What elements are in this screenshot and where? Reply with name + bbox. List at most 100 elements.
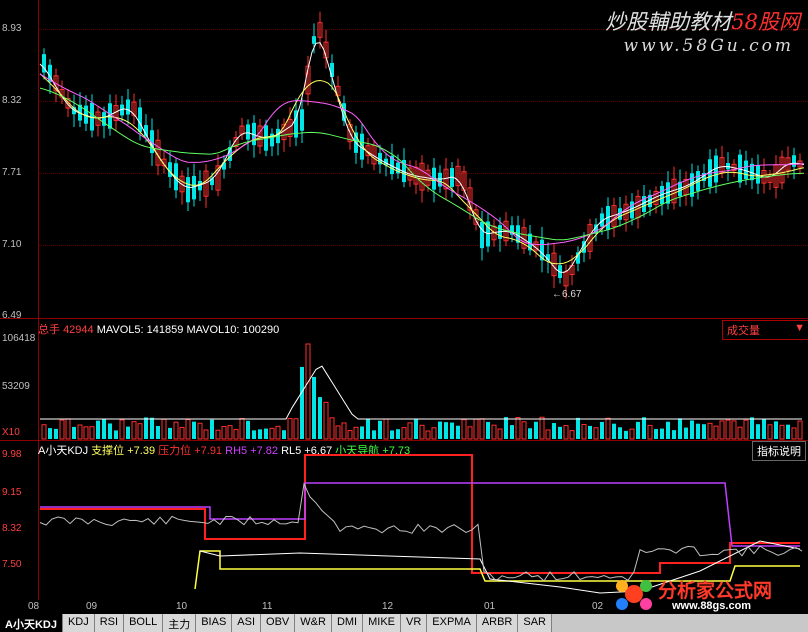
volume-bar (707, 422, 713, 440)
volume-bar (713, 425, 719, 440)
rh5-line (40, 482, 800, 547)
date-label: 10 (176, 601, 188, 612)
volume-bar (119, 419, 125, 440)
tab-kdj[interactable]: KDJ (62, 614, 95, 632)
volume-bar (515, 417, 521, 440)
tab-wr[interactable]: W&R (295, 614, 332, 632)
volume-bar (347, 430, 353, 440)
volume-bar (305, 343, 311, 440)
volume-bar (414, 419, 418, 439)
volume-bar (534, 421, 538, 439)
volume-bar (390, 430, 394, 439)
candle-body (744, 160, 748, 180)
logo-url: www.88gs.com (672, 600, 752, 612)
volume-bar (684, 427, 688, 439)
volume-bar (510, 425, 514, 439)
tab-a-kdj[interactable]: A小天KDJ (0, 614, 63, 632)
volume-bar (431, 427, 437, 440)
volume-bar (678, 418, 682, 439)
volume-bar (756, 424, 760, 439)
volume-bar (131, 421, 137, 440)
volume-bar (173, 421, 179, 440)
volume-bar (797, 420, 803, 440)
volume-bar (618, 427, 622, 439)
volume-bar (287, 418, 293, 440)
volume-bar (161, 418, 167, 440)
volume-bar (767, 424, 773, 440)
volume-bar (41, 424, 47, 440)
volume-bar (438, 421, 442, 439)
volume-bar (108, 423, 112, 439)
volume-bar (750, 417, 754, 439)
tab-boll[interactable]: BOLL (124, 614, 164, 632)
volume-bar (77, 424, 83, 440)
tab-dmi[interactable]: DMI (331, 614, 364, 632)
volume-panel[interactable]: 总手 42944 MAVOL5: 141859 MAVOL10: 100290 … (0, 318, 808, 441)
volume-bar (89, 426, 95, 440)
candle-body (300, 109, 304, 131)
volume-bar (264, 428, 268, 439)
volume-bar (473, 418, 479, 440)
volume-bar (65, 418, 71, 440)
volume-bar (156, 425, 160, 439)
volume-bar (126, 426, 130, 439)
volume-bar (137, 423, 143, 440)
tab-mike[interactable]: MIKE (363, 614, 402, 632)
volume-bar (731, 420, 737, 440)
tab-vr[interactable]: VR (401, 614, 428, 632)
volume-bar (215, 429, 221, 440)
volume-bar (696, 423, 700, 439)
date-label: 08 (28, 601, 40, 612)
watermark-url: www.58Gu.com (623, 36, 794, 56)
volume-bar (407, 422, 413, 440)
volume-bar (185, 419, 191, 440)
volume-bar (293, 418, 299, 440)
price-panel[interactable]: 8.93 8.32 7.71 7.10 6.49 ←6.67 炒股輔助教材58股… (0, 0, 808, 600)
tab-bias[interactable]: BIAS (196, 614, 233, 632)
volume-bar (203, 429, 209, 440)
volume-bar (59, 419, 65, 440)
volume-bar (791, 427, 797, 440)
volume-bar (528, 428, 532, 439)
volume-bar (702, 424, 706, 439)
volume-bar (114, 430, 118, 439)
tab-main-force[interactable]: 主力 (163, 614, 197, 632)
date-label: 01 (484, 601, 496, 612)
tab-rsi[interactable]: RSI (94, 614, 125, 632)
volume-bar (282, 430, 286, 439)
volume-bar (569, 430, 575, 440)
volume-bar (221, 426, 227, 440)
volume-bar (197, 422, 203, 440)
volume-bar (378, 420, 382, 439)
volume-bar (612, 423, 616, 439)
volume-bar (605, 417, 611, 440)
tab-sar[interactable]: SAR (518, 614, 552, 632)
candle-body (312, 36, 316, 44)
mavol5-line (40, 365, 802, 420)
volume-bar (323, 401, 329, 440)
tab-asi[interactable]: ASI (232, 614, 262, 632)
tab-expma[interactable]: EXPMA (427, 614, 477, 632)
volume-bar (150, 417, 154, 439)
tab-obv[interactable]: OBV (261, 614, 296, 632)
volume-bar (779, 424, 785, 440)
volume-bar (479, 418, 485, 440)
volume-bar (642, 417, 646, 439)
candle-body (138, 107, 142, 132)
site-logo: 分析家公式网 www.88gs.com (612, 574, 808, 614)
pressure-line (40, 454, 800, 574)
volume-bar (660, 428, 664, 439)
volume-bar (450, 422, 454, 439)
volume-bar (762, 418, 766, 439)
volume-bar (168, 427, 172, 439)
volume-bar (192, 421, 196, 439)
volume-bar (504, 417, 508, 439)
volume-bar (647, 424, 653, 440)
candle-body (246, 124, 250, 140)
volume-bar (233, 428, 239, 440)
volume-bar (335, 425, 341, 440)
candle-body (480, 221, 484, 249)
tab-arbr[interactable]: ARBR (476, 614, 519, 632)
volume-bar (563, 425, 569, 440)
volume-bar (246, 420, 250, 439)
